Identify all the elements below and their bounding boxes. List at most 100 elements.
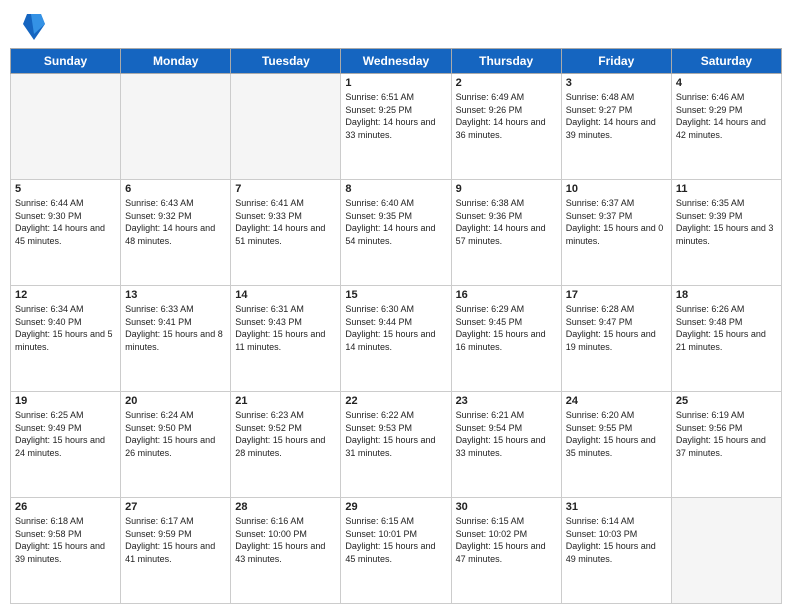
day-info: Sunrise: 6:33 AM Sunset: 9:41 PM Dayligh… (125, 303, 226, 353)
day-info: Sunrise: 6:28 AM Sunset: 9:47 PM Dayligh… (566, 303, 667, 353)
calendar-cell: 16 Sunrise: 6:29 AM Sunset: 9:45 PM Dayli… (451, 286, 561, 392)
calendar-cell: 5Sunrise: 6:44 AM Sunset: 9:30 PM Daylig… (11, 180, 121, 286)
day-number: 19 (15, 395, 116, 407)
day-info: Sunrise: 6:20 AM Sunset: 9:55 PM Dayligh… (566, 409, 667, 459)
day-number: 28 (235, 501, 336, 513)
day-header-monday: Monday (121, 49, 231, 74)
week-row-2: 12Sunrise: 6:34 AM Sunset: 9:40 PM Dayli… (11, 286, 782, 392)
day-number: 23 (456, 395, 557, 407)
day-header-wednesday: Wednesday (341, 49, 451, 74)
day-header-saturday: Saturday (671, 49, 781, 74)
day-number: 31 (566, 501, 667, 513)
day-info: Sunrise: 6:35 AM Sunset: 9:39 PM Dayligh… (676, 197, 777, 247)
day-header-friday: Friday (561, 49, 671, 74)
day-number: 6 (125, 183, 226, 195)
day-header-thursday: Thursday (451, 49, 561, 74)
day-number: 1 (345, 77, 446, 89)
day-info: Sunrise: 6:51 AM Sunset: 9:25 PM Dayligh… (345, 91, 446, 141)
calendar-cell: 23 Sunrise: 6:21 AM Sunset: 9:54 PM Dayli… (451, 392, 561, 498)
day-info: Sunrise: 6:21 AM Sunset: 9:54 PM Dayligh… (456, 409, 557, 459)
calendar-cell: 14 Sunrise: 6:31 AM Sunset: 9:43 PM Dayli… (231, 286, 341, 392)
day-number: 29 (345, 501, 446, 513)
day-number: 9 (456, 183, 557, 195)
day-info: Sunrise: 6:18 AM Sunset: 9:58 PM Dayligh… (15, 515, 116, 565)
day-number: 8 (345, 183, 446, 195)
day-info: Sunrise: 6:48 AM Sunset: 9:27 PM Dayligh… (566, 91, 667, 141)
calendar-cell: 17 Sunrise: 6:28 AM Sunset: 9:47 PM Dayli… (561, 286, 671, 392)
day-info: Sunrise: 6:40 AM Sunset: 9:35 PM Dayligh… (345, 197, 446, 247)
calendar-cell: 9 Sunrise: 6:38 AM Sunset: 9:36 PM Daylig… (451, 180, 561, 286)
day-number: 3 (566, 77, 667, 89)
day-number: 18 (676, 289, 777, 301)
day-info: Sunrise: 6:16 AM Sunset: 10:00 PM Daylig… (235, 515, 336, 565)
day-info: Sunrise: 6:44 AM Sunset: 9:30 PM Dayligh… (15, 197, 116, 247)
calendar-cell: 3 Sunrise: 6:48 AM Sunset: 9:27 PM Daylig… (561, 74, 671, 180)
day-header-sunday: Sunday (11, 49, 121, 74)
calendar-cell: 10 Sunrise: 6:37 AM Sunset: 9:37 PM Dayli… (561, 180, 671, 286)
day-info: Sunrise: 6:49 AM Sunset: 9:26 PM Dayligh… (456, 91, 557, 141)
day-info: Sunrise: 6:46 AM Sunset: 9:29 PM Dayligh… (676, 91, 777, 141)
calendar-cell: 13 Sunrise: 6:33 AM Sunset: 9:41 PM Dayli… (121, 286, 231, 392)
day-info: Sunrise: 6:25 AM Sunset: 9:49 PM Dayligh… (15, 409, 116, 459)
calendar-cell: 21 Sunrise: 6:23 AM Sunset: 9:52 PM Dayli… (231, 392, 341, 498)
calendar-cell: 15Sunrise: 6:30 AM Sunset: 9:44 PM Dayli… (341, 286, 451, 392)
calendar-cell: 11Sunrise: 6:35 AM Sunset: 9:39 PM Dayli… (671, 180, 781, 286)
logo (20, 12, 45, 42)
calendar: SundayMondayTuesdayWednesdayThursdayFrid… (0, 48, 792, 612)
day-info: Sunrise: 6:29 AM Sunset: 9:45 PM Dayligh… (456, 303, 557, 353)
day-number: 27 (125, 501, 226, 513)
day-number: 20 (125, 395, 226, 407)
calendar-cell: 24 Sunrise: 6:20 AM Sunset: 9:55 PM Dayli… (561, 392, 671, 498)
day-number: 26 (15, 501, 116, 513)
day-header-tuesday: Tuesday (231, 49, 341, 74)
week-row-3: 19 Sunrise: 6:25 AM Sunset: 9:49 PM Dayli… (11, 392, 782, 498)
logo-icon (23, 12, 45, 42)
day-number: 30 (456, 501, 557, 513)
calendar-cell: 27 Sunrise: 6:17 AM Sunset: 9:59 PM Dayli… (121, 498, 231, 604)
day-number: 17 (566, 289, 667, 301)
day-info: Sunrise: 6:23 AM Sunset: 9:52 PM Dayligh… (235, 409, 336, 459)
calendar-cell: 12Sunrise: 6:34 AM Sunset: 9:40 PM Dayli… (11, 286, 121, 392)
calendar-cell (671, 498, 781, 604)
calendar-cell: 8 Sunrise: 6:40 AM Sunset: 9:35 PM Daylig… (341, 180, 451, 286)
day-number: 16 (456, 289, 557, 301)
day-number: 13 (125, 289, 226, 301)
day-info: Sunrise: 6:34 AM Sunset: 9:40 PM Dayligh… (15, 303, 116, 353)
day-number: 22 (345, 395, 446, 407)
day-number: 14 (235, 289, 336, 301)
day-info: Sunrise: 6:15 AM Sunset: 10:01 PM Daylig… (345, 515, 446, 565)
day-number: 21 (235, 395, 336, 407)
calendar-cell: 26 Sunrise: 6:18 AM Sunset: 9:58 PM Dayli… (11, 498, 121, 604)
calendar-cell: 4Sunrise: 6:46 AM Sunset: 9:29 PM Daylig… (671, 74, 781, 180)
header (0, 0, 792, 48)
calendar-cell: 7Sunrise: 6:41 AM Sunset: 9:33 PM Daylig… (231, 180, 341, 286)
calendar-cell: 22Sunrise: 6:22 AM Sunset: 9:53 PM Dayli… (341, 392, 451, 498)
calendar-cell (11, 74, 121, 180)
day-info: Sunrise: 6:26 AM Sunset: 9:48 PM Dayligh… (676, 303, 777, 353)
week-row-1: 5Sunrise: 6:44 AM Sunset: 9:30 PM Daylig… (11, 180, 782, 286)
day-number: 24 (566, 395, 667, 407)
week-row-0: 1 Sunrise: 6:51 AM Sunset: 9:25 PM Daylig… (11, 74, 782, 180)
day-info: Sunrise: 6:17 AM Sunset: 9:59 PM Dayligh… (125, 515, 226, 565)
day-info: Sunrise: 6:30 AM Sunset: 9:44 PM Dayligh… (345, 303, 446, 353)
calendar-cell: 19 Sunrise: 6:25 AM Sunset: 9:49 PM Dayli… (11, 392, 121, 498)
day-info: Sunrise: 6:41 AM Sunset: 9:33 PM Dayligh… (235, 197, 336, 247)
calendar-cell: 1 Sunrise: 6:51 AM Sunset: 9:25 PM Daylig… (341, 74, 451, 180)
calendar-cell (231, 74, 341, 180)
day-info: Sunrise: 6:38 AM Sunset: 9:36 PM Dayligh… (456, 197, 557, 247)
day-info: Sunrise: 6:31 AM Sunset: 9:43 PM Dayligh… (235, 303, 336, 353)
day-info: Sunrise: 6:19 AM Sunset: 9:56 PM Dayligh… (676, 409, 777, 459)
calendar-cell: 18 Sunrise: 6:26 AM Sunset: 9:48 PM Dayli… (671, 286, 781, 392)
day-info: Sunrise: 6:14 AM Sunset: 10:03 PM Daylig… (566, 515, 667, 565)
day-info: Sunrise: 6:24 AM Sunset: 9:50 PM Dayligh… (125, 409, 226, 459)
calendar-table: SundayMondayTuesdayWednesdayThursdayFrid… (10, 48, 782, 604)
day-info: Sunrise: 6:37 AM Sunset: 9:37 PM Dayligh… (566, 197, 667, 247)
calendar-cell: 28 Sunrise: 6:16 AM Sunset: 10:00 PM Dayl… (231, 498, 341, 604)
day-info: Sunrise: 6:15 AM Sunset: 10:02 PM Daylig… (456, 515, 557, 565)
calendar-cell: 2Sunrise: 6:49 AM Sunset: 9:26 PM Daylig… (451, 74, 561, 180)
day-number: 25 (676, 395, 777, 407)
day-number: 10 (566, 183, 667, 195)
calendar-page: SundayMondayTuesdayWednesdayThursdayFrid… (0, 0, 792, 612)
week-row-4: 26 Sunrise: 6:18 AM Sunset: 9:58 PM Dayli… (11, 498, 782, 604)
calendar-cell: 25 Sunrise: 6:19 AM Sunset: 9:56 PM Dayli… (671, 392, 781, 498)
